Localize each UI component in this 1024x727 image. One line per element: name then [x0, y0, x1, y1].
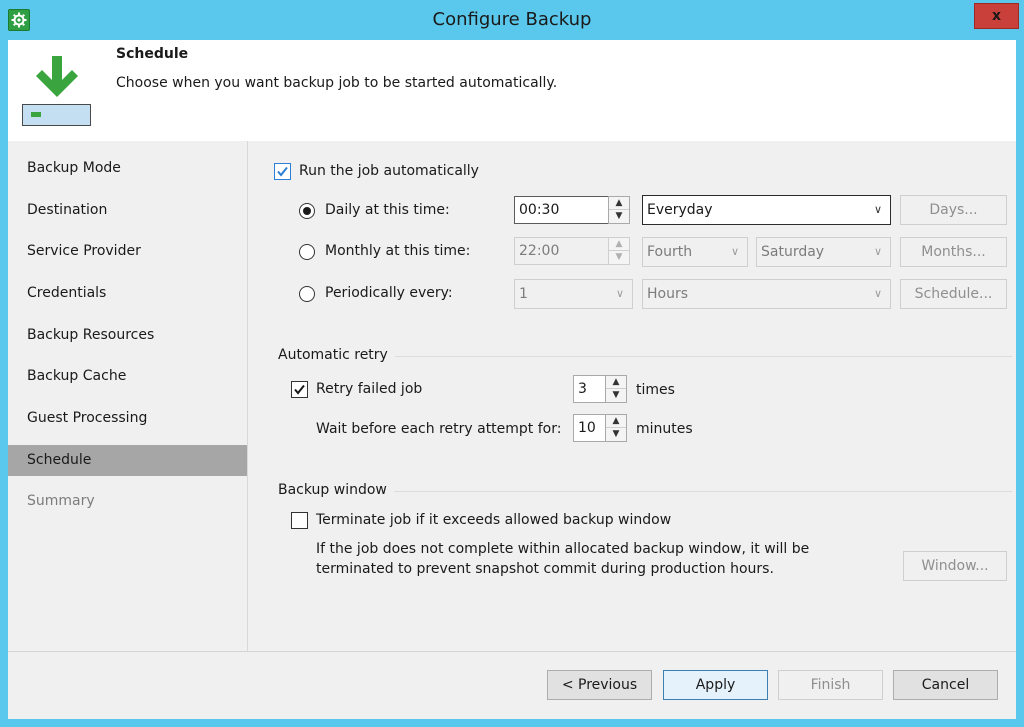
spin-down-icon[interactable]: ▼	[609, 251, 629, 264]
backup-window-group-label: Backup window	[278, 482, 387, 498]
wizard-steps-nav: Backup Mode Destination Service Provider…	[8, 141, 248, 651]
minutes-label: minutes	[636, 421, 693, 437]
automatic-retry-group-label: Automatic retry	[278, 347, 388, 363]
periodic-unit-value: Hours	[647, 286, 689, 302]
periodic-value: 1	[519, 286, 528, 302]
wizard-header: Schedule Choose when you want backup job…	[8, 40, 1016, 141]
retry-count-spinner[interactable]: ▲ ▼	[605, 375, 627, 403]
monthly-time-input[interactable]: 22:00	[514, 237, 609, 265]
terminate-job-checkbox[interactable]	[291, 512, 308, 529]
nav-item-service-provider[interactable]: Service Provider	[8, 236, 247, 267]
nav-item-backup-mode[interactable]: Backup Mode	[8, 153, 247, 184]
spin-up-icon[interactable]: ▲	[609, 238, 629, 251]
nav-item-destination[interactable]: Destination	[8, 195, 247, 226]
periodic-label: Periodically every:	[325, 285, 453, 301]
terminate-job-label: Terminate job if it exceeds allowed back…	[316, 512, 672, 528]
monthly-label: Monthly at this time:	[325, 243, 471, 259]
monthly-week-select[interactable]: Fourth ∨	[642, 237, 748, 267]
retry-failed-checkbox[interactable]	[291, 381, 308, 398]
backup-window-description-line2: terminated to prevent snapshot commit du…	[316, 561, 774, 577]
page-description: Choose when you want backup job to be st…	[116, 75, 558, 91]
group-divider	[394, 491, 1012, 492]
daily-radio[interactable]	[299, 203, 315, 219]
wait-before-retry-label: Wait before each retry attempt for:	[316, 421, 562, 437]
daily-label: Daily at this time:	[325, 202, 450, 218]
retry-count-input[interactable]: 3	[573, 375, 606, 403]
nav-item-backup-resources[interactable]: Backup Resources	[8, 320, 247, 351]
apply-button[interactable]: Apply	[663, 670, 768, 700]
backup-window-description-line1: If the job does not complete within allo…	[316, 541, 810, 557]
nav-item-credentials[interactable]: Credentials	[8, 278, 247, 309]
spin-down-icon[interactable]: ▼	[606, 428, 626, 441]
configure-backup-window: Configure Backup x Schedule Choose when …	[0, 0, 1024, 727]
monthly-day-value: Saturday	[761, 244, 825, 260]
nav-item-summary: Summary	[27, 493, 95, 509]
daily-period-select[interactable]: Everyday ∨	[642, 195, 891, 225]
monthly-time-spinner[interactable]: ▲ ▼	[608, 237, 630, 265]
finish-button[interactable]: Finish	[778, 670, 883, 700]
group-divider	[395, 356, 1012, 357]
run-automatically-checkbox[interactable]	[274, 163, 291, 180]
months-button[interactable]: Months...	[900, 237, 1007, 267]
chevron-down-icon: ∨	[873, 287, 882, 300]
periodic-unit-select[interactable]: Hours ∨	[642, 279, 891, 309]
run-automatically-label: Run the job automatically	[299, 163, 479, 179]
spin-up-icon[interactable]: ▲	[609, 197, 629, 210]
nav-item-backup-cache[interactable]: Backup Cache	[8, 361, 247, 392]
monthly-day-select[interactable]: Saturday ∨	[756, 237, 891, 267]
spin-down-icon[interactable]: ▼	[606, 389, 626, 402]
days-button[interactable]: Days...	[900, 195, 1007, 225]
close-button[interactable]: x	[974, 3, 1019, 29]
daily-period-value: Everyday	[647, 202, 713, 218]
window-title: Configure Backup	[432, 9, 592, 30]
schedule-content: Run the job automatically Daily at this …	[249, 141, 1016, 651]
page-title: Schedule	[116, 46, 189, 62]
retry-wait-input[interactable]: 10	[573, 414, 606, 442]
previous-button[interactable]: < Previous	[547, 670, 652, 700]
cancel-button[interactable]: Cancel	[893, 670, 998, 700]
wizard-footer: < Previous Apply Finish Cancel	[8, 652, 1016, 719]
backup-download-icon	[22, 54, 92, 128]
retry-wait-spinner[interactable]: ▲ ▼	[605, 414, 627, 442]
chevron-down-icon: ∨	[873, 245, 882, 258]
chevron-down-icon: ∨	[873, 203, 882, 216]
spin-up-icon[interactable]: ▲	[606, 376, 626, 389]
monthly-week-value: Fourth	[647, 244, 693, 260]
daily-time-spinner[interactable]: ▲ ▼	[608, 196, 630, 224]
periodic-radio[interactable]	[299, 286, 315, 302]
retry-failed-label: Retry failed job	[316, 381, 423, 397]
times-label: times	[636, 382, 675, 398]
dialog-client-area: Schedule Choose when you want backup job…	[8, 40, 1016, 719]
chevron-down-icon: ∨	[615, 287, 624, 300]
schedule-button[interactable]: Schedule...	[900, 279, 1007, 309]
spin-up-icon[interactable]: ▲	[606, 415, 626, 428]
monthly-radio[interactable]	[299, 244, 315, 260]
nav-item-guest-processing[interactable]: Guest Processing	[8, 403, 247, 434]
chevron-down-icon: ∨	[730, 245, 739, 258]
nav-item-schedule[interactable]: Schedule	[8, 445, 247, 476]
title-bar: Configure Backup x	[0, 0, 1024, 40]
daily-time-input[interactable]: 00:30	[514, 196, 609, 224]
radio-selected-dot	[303, 207, 311, 215]
window-button[interactable]: Window...	[903, 551, 1007, 581]
periodic-value-select[interactable]: 1 ∨	[514, 279, 633, 309]
spin-down-icon[interactable]: ▼	[609, 210, 629, 223]
